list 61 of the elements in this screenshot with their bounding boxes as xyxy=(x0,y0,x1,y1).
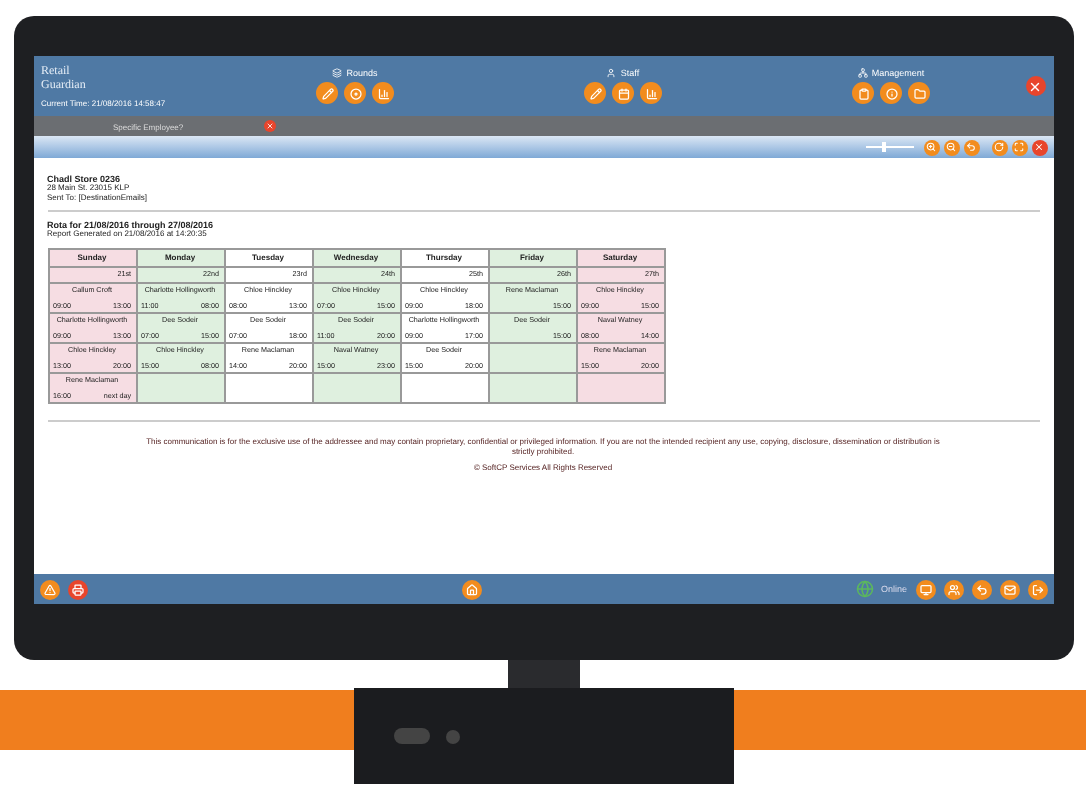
folder-button[interactable] xyxy=(908,82,930,104)
pencil-button[interactable] xyxy=(584,82,606,104)
layers-icon xyxy=(332,68,343,78)
users-button[interactable] xyxy=(943,579,964,599)
close-icon xyxy=(1028,79,1042,93)
zoom-in-button[interactable] xyxy=(923,139,939,155)
refresh-button[interactable] xyxy=(991,139,1007,155)
fullscreen-icon xyxy=(1014,142,1024,152)
monitor-icon xyxy=(919,583,932,595)
undo-button[interactable] xyxy=(971,579,992,599)
warning-icon xyxy=(43,583,55,595)
info-icon xyxy=(885,87,897,99)
disc-button[interactable] xyxy=(344,82,366,104)
undo-arrow-icon xyxy=(975,583,988,595)
home-button[interactable] xyxy=(461,579,481,599)
clipboard-button[interactable] xyxy=(852,82,874,104)
shift-cell xyxy=(489,373,575,402)
globe-icon xyxy=(855,580,873,598)
shift-cell xyxy=(577,373,663,402)
disc-icon xyxy=(349,87,361,99)
logout-icon xyxy=(1031,583,1044,595)
zoom-out-icon xyxy=(946,142,956,152)
shift-cell xyxy=(401,373,487,402)
shift-cell xyxy=(313,373,399,402)
chart-icon xyxy=(377,87,389,99)
calendar-icon xyxy=(617,87,629,99)
alert-button[interactable] xyxy=(39,579,59,599)
zoom-out-button[interactable] xyxy=(943,139,959,155)
pencil-icon xyxy=(321,87,333,99)
window-button[interactable] xyxy=(915,579,936,599)
pencil-button[interactable] xyxy=(316,82,338,104)
pencil-icon xyxy=(589,87,601,99)
print-button[interactable] xyxy=(67,579,87,599)
mail-icon xyxy=(1003,583,1016,595)
shift-cell xyxy=(137,373,223,402)
close-icon xyxy=(1034,142,1044,152)
zoom-in-icon xyxy=(926,142,936,152)
refresh-icon xyxy=(994,142,1004,152)
calendar-button[interactable] xyxy=(612,82,634,104)
port-icon xyxy=(393,728,429,744)
close-button[interactable] xyxy=(1025,76,1045,96)
users-icon xyxy=(947,583,960,595)
slider-thumb[interactable] xyxy=(882,142,887,152)
undo-arrow-icon xyxy=(966,142,976,152)
hierarchy-icon xyxy=(857,68,868,78)
home-icon xyxy=(465,583,477,595)
knob-icon xyxy=(445,729,459,743)
person-icon xyxy=(606,68,617,78)
shift-cell xyxy=(225,373,311,402)
chart-icon xyxy=(645,87,657,99)
close-button[interactable] xyxy=(1031,139,1047,155)
chart-button[interactable] xyxy=(372,82,394,104)
info-button[interactable] xyxy=(880,82,902,104)
folder-icon xyxy=(913,87,925,99)
logout-button[interactable] xyxy=(1027,579,1048,599)
mail-button[interactable] xyxy=(999,579,1020,599)
close-tab-button[interactable] xyxy=(263,120,276,132)
chart-button[interactable] xyxy=(640,82,662,104)
printer-icon xyxy=(71,583,83,595)
clipboard-icon xyxy=(857,87,869,99)
shift-cell xyxy=(489,343,575,372)
